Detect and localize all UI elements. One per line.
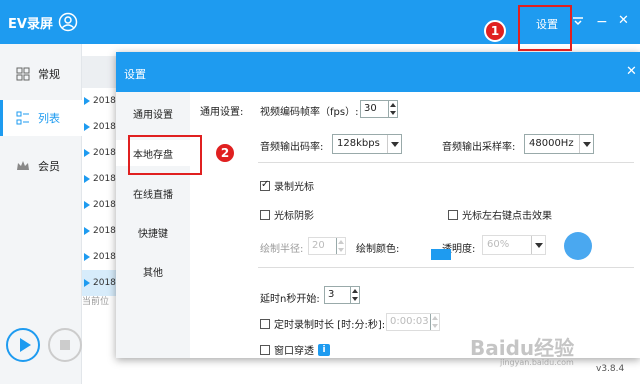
window-passthrough-checkbox[interactable]: 窗口穿透 i xyxy=(260,342,330,357)
opacity-preview-circle xyxy=(564,232,592,260)
fps-stepper[interactable]: 30 xyxy=(360,100,398,118)
list-icon xyxy=(16,111,29,125)
timed-duration-input[interactable]: 0:00:03 xyxy=(386,313,440,331)
dialog-close-button[interactable]: ✕ xyxy=(626,64,637,79)
play-icon xyxy=(84,279,90,287)
audio-bitrate-label: 音频输出码率: xyxy=(260,142,324,153)
play-icon xyxy=(84,123,90,131)
play-icon xyxy=(84,201,90,209)
chevron-down-icon xyxy=(387,135,401,153)
draw-color-swatch[interactable] xyxy=(431,249,451,260)
play-button[interactable] xyxy=(6,328,40,362)
grid-icon xyxy=(16,67,30,81)
record-cursor-checkbox[interactable]: 录制光标 xyxy=(260,178,314,193)
divider xyxy=(258,162,634,163)
app-title: EV录屏 xyxy=(8,17,53,32)
play-icon xyxy=(84,175,90,183)
nav-general[interactable]: 通用设置 xyxy=(116,100,190,126)
checkbox-box[interactable] xyxy=(448,209,458,220)
sidebar-item-list[interactable]: 列表 xyxy=(0,100,82,136)
sidebar-item-general[interactable]: 常规 xyxy=(0,56,82,92)
dialog-title: 设置 xyxy=(124,68,146,81)
chevron-down-icon xyxy=(579,135,593,153)
highlight-local-storage xyxy=(128,135,202,175)
menu-icon[interactable] xyxy=(572,16,584,26)
delay-label: 延时n秒开始: xyxy=(260,294,320,305)
watermark: Baidu经验 xyxy=(470,336,575,360)
checkbox-box[interactable] xyxy=(260,344,270,355)
opacity-select[interactable]: 60% xyxy=(482,235,546,255)
current-position-label: 当前位 xyxy=(82,297,110,307)
highlight-settings xyxy=(518,5,572,51)
watermark-sub: jingyan.baidu.com xyxy=(500,358,574,367)
stepper-arrows[interactable] xyxy=(336,238,345,254)
info-icon[interactable]: i xyxy=(318,343,330,356)
nav-live-stream[interactable]: 在线直播 xyxy=(116,180,190,206)
stepper-arrows[interactable] xyxy=(430,314,439,330)
play-icon xyxy=(84,227,90,235)
nav-hotkeys[interactable]: 快捷键 xyxy=(116,219,190,245)
step-badge-2: 2 xyxy=(214,142,236,164)
dialog-title-bar: 设置 ✕ xyxy=(116,52,640,92)
settings-content: 通用设置: 视频编码帧率（fps）: 30 音频输出码率: 128kbps 音频… xyxy=(190,92,640,358)
version-label: v3.8.4 xyxy=(596,364,625,374)
audio-bitrate-select[interactable]: 128kbps xyxy=(332,134,402,154)
sidebar-item-member[interactable]: 会员 xyxy=(0,148,82,184)
radius-stepper[interactable]: 20 xyxy=(308,237,346,255)
settings-nav: 通用设置 本地存盘 在线直播 快捷键 其他 xyxy=(116,92,190,358)
minimize-button[interactable]: − xyxy=(596,14,608,30)
play-icon xyxy=(84,253,90,261)
sidebar-item-label: 会员 xyxy=(38,160,60,173)
sample-rate-label: 音频输出采样率: xyxy=(442,142,516,153)
play-icon xyxy=(84,149,90,157)
close-button[interactable]: ✕ xyxy=(618,13,629,28)
play-icon xyxy=(84,97,90,105)
settings-dialog: 设置 ✕ 通用设置 本地存盘 在线直播 快捷键 其他 通用设置: 视频编码帧率（… xyxy=(116,52,640,358)
stepper-arrows[interactable] xyxy=(350,287,359,303)
sidebar-item-label: 列表 xyxy=(38,112,60,125)
checkbox-box[interactable] xyxy=(260,179,270,191)
color-label: 绘制颜色: xyxy=(356,244,400,255)
sample-rate-select[interactable]: 48000Hz xyxy=(524,134,594,154)
stepper-arrows[interactable] xyxy=(388,101,397,117)
divider xyxy=(258,267,634,268)
delay-stepper[interactable]: 3 xyxy=(324,286,360,304)
step-badge-1: 1 xyxy=(484,20,506,42)
radius-label: 绘制半径: xyxy=(260,244,304,255)
cursor-click-effect-checkbox[interactable]: 光标左右键点击效果 xyxy=(448,207,552,222)
sidebar-item-label: 常规 xyxy=(38,68,60,81)
chevron-down-icon xyxy=(531,236,545,254)
timed-record-checkbox[interactable]: 定时录制时长 [时:分:秒]: xyxy=(260,316,385,331)
nav-other[interactable]: 其他 xyxy=(116,258,190,284)
checkbox-box[interactable] xyxy=(260,318,270,329)
stop-button[interactable] xyxy=(48,328,82,362)
user-icon[interactable] xyxy=(58,12,78,32)
fps-label: 视频编码帧率（fps）: xyxy=(260,107,359,118)
crown-icon xyxy=(17,161,29,170)
general-label: 通用设置: xyxy=(200,107,244,118)
cursor-shadow-checkbox[interactable]: 光标阴影 xyxy=(260,207,314,222)
checkbox-box[interactable] xyxy=(260,209,270,220)
